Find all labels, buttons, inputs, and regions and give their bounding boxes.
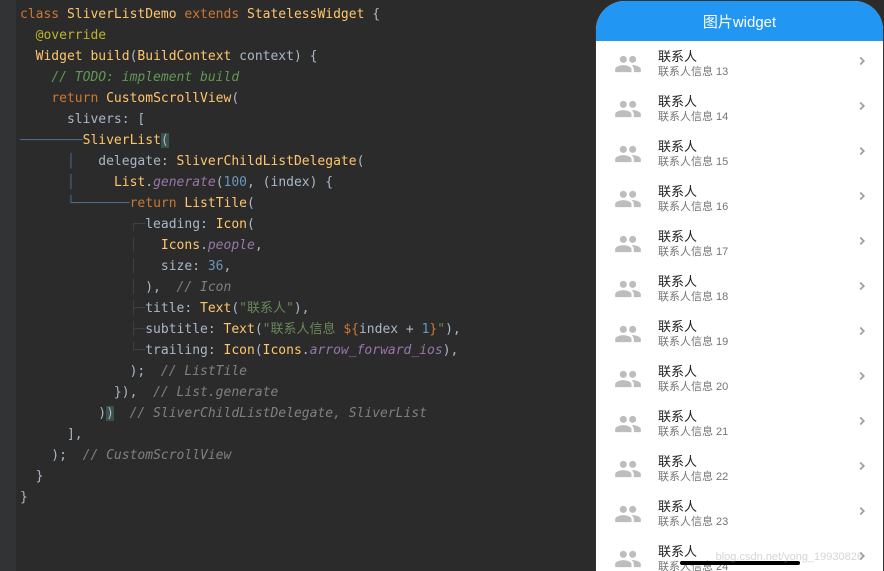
code-line[interactable]: }: [0, 487, 595, 508]
tile-text: 联系人 联系人信息 17: [658, 229, 855, 259]
code-line[interactable]: ────────SliverList(: [0, 130, 595, 151]
app-bar: 图片widget: [596, 1, 883, 41]
code-line[interactable]: └───────return ListTile(: [0, 193, 595, 214]
tile-subtitle: 联系人信息 23: [658, 515, 855, 529]
tile-text: 联系人 联系人信息 23: [658, 499, 855, 529]
chevron-right-icon: [855, 234, 869, 253]
tile-subtitle: 联系人信息 17: [658, 245, 855, 259]
people-icon: [610, 541, 646, 571]
tile-title: 联系人: [658, 94, 855, 110]
tile-text: 联系人 联系人信息 20: [658, 364, 855, 394]
tile-title: 联系人: [658, 229, 855, 245]
code-editor[interactable]: class SliverListDemo extends StatelessWi…: [0, 0, 595, 571]
chevron-right-icon: [855, 504, 869, 523]
phone-simulator: 图片widget 联系人 联系人信息 13 联系人 联系人信息 14 联系人 联…: [595, 0, 884, 571]
tile-title: 联系人: [658, 364, 855, 380]
list-item[interactable]: 联系人 联系人信息 17: [596, 221, 883, 266]
list-item[interactable]: 联系人 联系人信息 21: [596, 401, 883, 446]
people-icon: [610, 451, 646, 487]
code-line[interactable]: )) // SliverChildListDelegate, SliverLis…: [0, 403, 595, 424]
tile-title: 联系人: [658, 139, 855, 155]
people-icon: [610, 181, 646, 217]
tile-title: 联系人: [658, 184, 855, 200]
tile-text: 联系人 联系人信息 18: [658, 274, 855, 304]
people-icon: [610, 226, 646, 262]
tile-text: 联系人 联系人信息 14: [658, 94, 855, 124]
list-item[interactable]: 联系人 联系人信息 20: [596, 356, 883, 401]
people-icon: [610, 496, 646, 532]
chevron-right-icon: [855, 99, 869, 118]
code-line[interactable]: slivers: [: [0, 109, 595, 130]
list-item[interactable]: 联系人 联系人信息 22: [596, 446, 883, 491]
list-item[interactable]: 联系人 联系人信息 16: [596, 176, 883, 221]
tile-subtitle: 联系人信息 21: [658, 425, 855, 439]
tile-subtitle: 联系人信息 14: [658, 110, 855, 124]
chevron-right-icon: [855, 189, 869, 208]
people-icon: [610, 271, 646, 307]
people-icon: [610, 46, 646, 82]
code-line[interactable]: class SliverListDemo extends StatelessWi…: [0, 4, 595, 25]
tile-subtitle: 联系人信息 19: [658, 335, 855, 349]
code-line[interactable]: ├─title: Text("联系人"),: [0, 298, 595, 319]
chevron-right-icon: [855, 324, 869, 343]
tile-text: 联系人 联系人信息 16: [658, 184, 855, 214]
list-item[interactable]: 联系人 联系人信息 13: [596, 41, 883, 86]
tile-title: 联系人: [658, 454, 855, 470]
chevron-right-icon: [855, 279, 869, 298]
contact-list[interactable]: 联系人 联系人信息 13 联系人 联系人信息 14 联系人 联系人信息 15 联…: [596, 41, 883, 571]
code-line[interactable]: │ delegate: SliverChildListDelegate(: [0, 151, 595, 172]
tile-text: 联系人 联系人信息 22: [658, 454, 855, 484]
chevron-right-icon: [855, 414, 869, 433]
tile-text: 联系人 联系人信息 15: [658, 139, 855, 169]
code-line[interactable]: │ ), // Icon: [0, 277, 595, 298]
tile-text: 联系人 联系人信息 21: [658, 409, 855, 439]
tile-title: 联系人: [658, 274, 855, 290]
people-icon: [610, 136, 646, 172]
code-line[interactable]: │ Icons.people,: [0, 235, 595, 256]
chevron-right-icon: [855, 54, 869, 73]
tile-subtitle: 联系人信息 13: [658, 65, 855, 79]
tile-text: 联系人 联系人信息 13: [658, 49, 855, 79]
list-item[interactable]: 联系人 联系人信息 18: [596, 266, 883, 311]
tile-title: 联系人: [658, 319, 855, 335]
app-bar-title: 图片widget: [703, 11, 776, 32]
tile-text: 联系人 联系人信息 19: [658, 319, 855, 349]
code-line[interactable]: // TODO: implement build: [0, 67, 595, 88]
chevron-right-icon: [855, 459, 869, 478]
list-item[interactable]: 联系人 联系人信息 23: [596, 491, 883, 536]
people-icon: [610, 91, 646, 127]
people-icon: [610, 361, 646, 397]
code-line[interactable]: }), // List.generate: [0, 382, 595, 403]
list-item[interactable]: 联系人 联系人信息 14: [596, 86, 883, 131]
code-line[interactable]: ); // CustomScrollView: [0, 445, 595, 466]
code-line[interactable]: Widget build(BuildContext context) {: [0, 46, 595, 67]
code-line[interactable]: }: [0, 466, 595, 487]
code-line[interactable]: ],: [0, 424, 595, 445]
code-line[interactable]: │ List.generate(100, (index) {: [0, 172, 595, 193]
watermark: blog.csdn.net/yong_19930826: [716, 551, 863, 563]
tile-subtitle: 联系人信息 22: [658, 470, 855, 484]
code-line[interactable]: @override: [0, 25, 595, 46]
chevron-right-icon: [855, 144, 869, 163]
tile-subtitle: 联系人信息 16: [658, 200, 855, 214]
tile-subtitle: 联系人信息 20: [658, 380, 855, 394]
list-item[interactable]: 联系人 联系人信息 15: [596, 131, 883, 176]
tile-subtitle: 联系人信息 15: [658, 155, 855, 169]
code-line[interactable]: return CustomScrollView(: [0, 88, 595, 109]
list-item[interactable]: 联系人 联系人信息 19: [596, 311, 883, 356]
code-line[interactable]: │ size: 36,: [0, 256, 595, 277]
code-line[interactable]: ); // ListTile: [0, 361, 595, 382]
tile-title: 联系人: [658, 49, 855, 65]
tile-title: 联系人: [658, 499, 855, 515]
code-line[interactable]: ┌─leading: Icon(: [0, 214, 595, 235]
people-icon: [610, 316, 646, 352]
people-icon: [610, 406, 646, 442]
code-line[interactable]: └─trailing: Icon(Icons.arrow_forward_ios…: [0, 340, 595, 361]
tile-subtitle: 联系人信息 18: [658, 290, 855, 304]
gutter: [0, 0, 16, 571]
tile-title: 联系人: [658, 409, 855, 425]
chevron-right-icon: [855, 369, 869, 388]
code-line[interactable]: ├─subtitle: Text("联系人信息 ${index + 1}"),: [0, 319, 595, 340]
